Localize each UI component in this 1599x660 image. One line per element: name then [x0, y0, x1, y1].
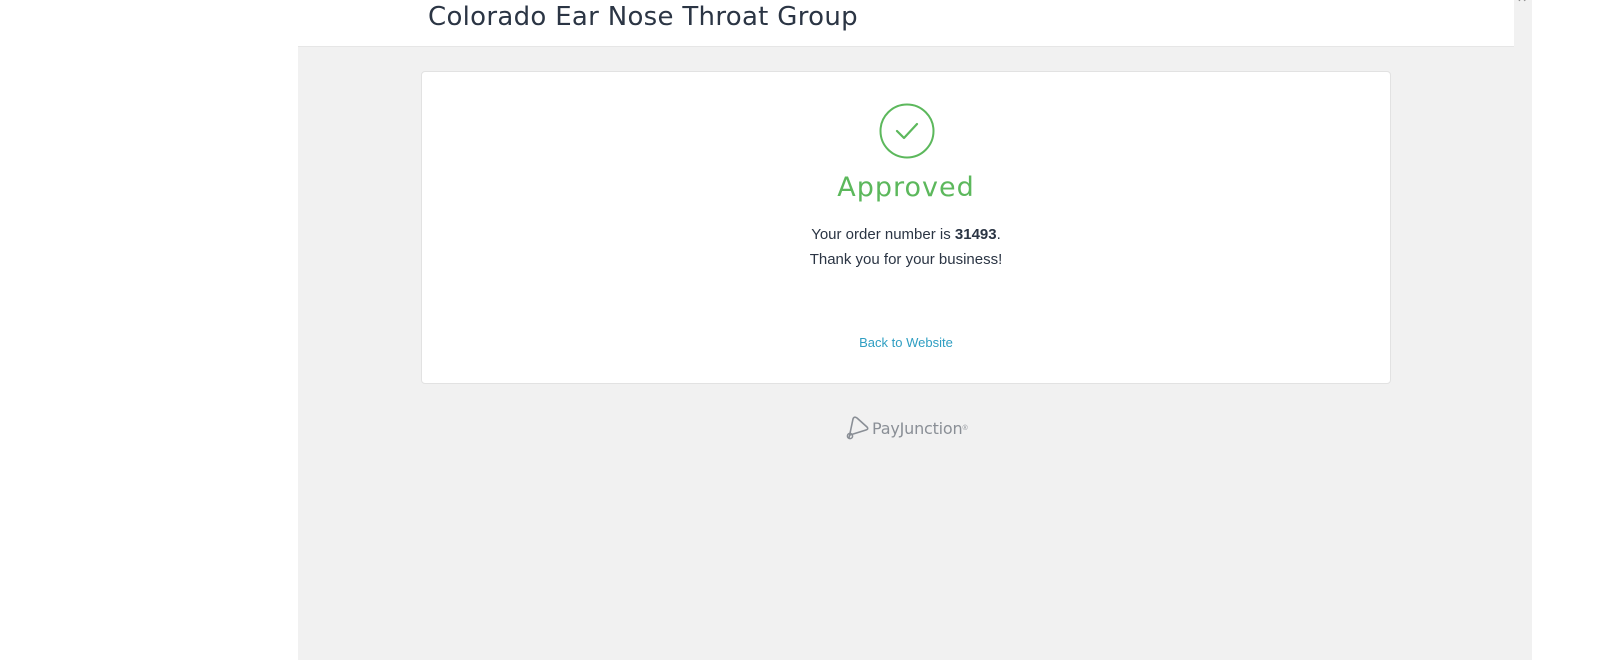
payjunction-brand: PayJunction [872, 418, 963, 438]
back-to-website-link[interactable]: Back to Website [422, 335, 1390, 350]
payjunction-logo-icon [846, 416, 869, 440]
check-circle-icon [879, 103, 935, 159]
thank-you-text: Thank you for your business! [809, 251, 1003, 268]
status-title: Approved [837, 172, 975, 203]
order-number: 31493 [954, 226, 997, 243]
page: Colorado Ear Nose Throat Group × Approve… [0, 0, 1599, 660]
order-number-text: Your order number is 31493. [422, 226, 1390, 243]
order-prefix: Your order number is [811, 226, 955, 243]
header-bar: Colorado Ear Nose Throat Group [298, 0, 1514, 47]
payjunction-logo: PayJunction ® [844, 414, 968, 442]
order-suffix: . [996, 226, 1001, 243]
merchant-title: Colorado Ear Nose Throat Group [428, 2, 858, 32]
close-button[interactable]: × [1514, 0, 1530, 8]
trademark-symbol: ® [962, 424, 968, 432]
payment-modal: Colorado Ear Nose Throat Group × Approve… [298, 0, 1532, 660]
result-card: Approved Your order number is 31493. Tha… [421, 71, 1391, 384]
